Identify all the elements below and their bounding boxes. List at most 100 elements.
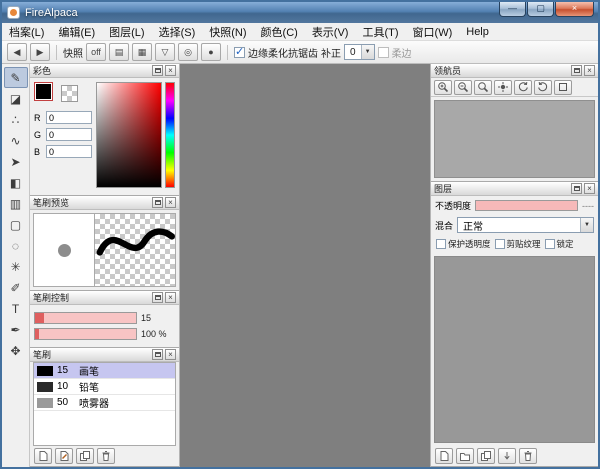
correction-dropdown[interactable]: 0 ▼ xyxy=(344,44,375,60)
blend-mode-dropdown[interactable]: 正常 ▼ xyxy=(457,217,594,233)
color-panel-header[interactable]: 彩色 × xyxy=(30,64,179,78)
next-snapshot-button[interactable]: ▶ xyxy=(30,43,50,61)
merge-layer-button[interactable] xyxy=(498,448,516,464)
blue-channel-input[interactable]: 0 xyxy=(46,145,92,158)
menubar: 档案(L) 编辑(E) 图层(L) 选择(S) 快照(N) 颜色(C) 表示(V… xyxy=(2,23,598,41)
clipping-checkbox[interactable] xyxy=(495,239,505,249)
move-tool[interactable]: ➤ xyxy=(4,151,28,172)
brush-tip-preview xyxy=(33,213,95,287)
zoom-out-button[interactable] xyxy=(454,80,472,95)
navigator-header[interactable]: 领航员 × xyxy=(431,64,598,78)
rotate-ccw-button[interactable] xyxy=(514,80,532,95)
layer-panel: 图层 × 不透明度 ---- 混合 正常 ▼ xyxy=(431,182,598,467)
duplicate-layer-button[interactable] xyxy=(477,448,495,464)
prev-snapshot-button[interactable]: ◀ xyxy=(7,43,27,61)
close-button[interactable]: × xyxy=(555,2,594,17)
eraser-tool[interactable]: ◪ xyxy=(4,88,28,109)
close-panel-button[interactable]: × xyxy=(165,349,176,360)
float-panel-button[interactable] xyxy=(152,349,163,360)
menu-layer[interactable]: 图层(L) xyxy=(102,23,151,40)
snap-radial-icon[interactable]: ● xyxy=(201,43,221,61)
float-panel-button[interactable] xyxy=(152,292,163,303)
close-panel-button[interactable]: × xyxy=(584,183,595,194)
reset-view-button[interactable] xyxy=(554,80,572,95)
delete-brush-button[interactable] xyxy=(97,448,115,464)
protect-alpha-checkbox[interactable] xyxy=(436,239,446,249)
new-layer-button[interactable] xyxy=(435,448,453,464)
close-panel-button[interactable]: × xyxy=(584,65,595,76)
menu-snapshot[interactable]: 快照(N) xyxy=(202,23,253,40)
menu-window[interactable]: 窗口(W) xyxy=(406,23,460,40)
brush-size-slider[interactable] xyxy=(34,312,137,324)
eyedropper-tool[interactable]: ✒ xyxy=(4,319,28,340)
brightness-button[interactable] xyxy=(494,80,512,95)
float-panel-button[interactable] xyxy=(152,197,163,208)
edit-brush-button[interactable] xyxy=(55,448,73,464)
float-panel-button[interactable] xyxy=(571,65,582,76)
add-brush-button[interactable] xyxy=(34,448,52,464)
snap-concentric-icon[interactable]: ◎ xyxy=(178,43,198,61)
brush-opacity-slider[interactable] xyxy=(34,328,137,340)
menu-select[interactable]: 选择(S) xyxy=(152,23,203,40)
toolbar-separator xyxy=(56,45,57,60)
foreground-color-swatch[interactable] xyxy=(35,83,52,100)
brush-list-item[interactable]: 10 铅笔 xyxy=(34,379,175,395)
brush-list-item[interactable]: 50 喷雾器 xyxy=(34,395,175,411)
saturation-value-picker[interactable] xyxy=(96,82,162,188)
smudge-tool[interactable]: ∿ xyxy=(4,130,28,151)
new-folder-button[interactable] xyxy=(456,448,474,464)
float-panel-button[interactable] xyxy=(571,183,582,194)
pen-tool[interactable]: ✎ xyxy=(4,67,28,88)
snap-cross-icon[interactable]: ▦ xyxy=(132,43,152,61)
brush-panel-header[interactable]: 笔刷 × xyxy=(30,348,179,362)
float-panel-button[interactable] xyxy=(152,65,163,76)
soft-edge-checkbox[interactable] xyxy=(378,47,389,58)
lock-checkbox[interactable] xyxy=(545,239,555,249)
gradient-tool[interactable]: ▥ xyxy=(4,193,28,214)
close-panel-button[interactable]: × xyxy=(165,292,176,303)
brush-control-header[interactable]: 笔刷控制 × xyxy=(30,291,179,305)
menu-view[interactable]: 表示(V) xyxy=(305,23,356,40)
fill-tool[interactable]: ◧ xyxy=(4,172,28,193)
canvas-area[interactable] xyxy=(180,64,430,467)
snap-parallel-icon[interactable]: ▤ xyxy=(109,43,129,61)
maximize-button[interactable]: ▢ xyxy=(527,2,554,17)
left-panel-column: 彩色 × R 0 xyxy=(30,64,180,467)
rotate-cw-button[interactable] xyxy=(534,80,552,95)
menu-edit[interactable]: 编辑(E) xyxy=(51,23,102,40)
menu-color[interactable]: 颜色(C) xyxy=(254,23,305,40)
zoom-reset-button[interactable] xyxy=(474,80,492,95)
red-channel-input[interactable]: 0 xyxy=(46,111,92,124)
select-pen-tool[interactable]: ✐ xyxy=(4,277,28,298)
close-panel-button[interactable]: × xyxy=(165,65,176,76)
transparent-color-swatch[interactable] xyxy=(61,85,78,102)
minimize-button[interactable]: — xyxy=(499,2,526,17)
close-panel-button[interactable]: × xyxy=(165,197,176,208)
antialias-checkbox[interactable] xyxy=(234,47,245,58)
antialias-label: 边缘柔化抗锯齿 xyxy=(248,45,318,60)
delete-layer-button[interactable] xyxy=(519,448,537,464)
lasso-tool[interactable]: ◌ xyxy=(4,235,28,256)
menu-tools[interactable]: 工具(T) xyxy=(355,23,405,40)
layer-list[interactable] xyxy=(434,256,595,443)
snap-vanishing-icon[interactable]: ▽ xyxy=(155,43,175,61)
hue-slider[interactable] xyxy=(165,82,175,188)
snap-off-button[interactable]: off xyxy=(86,43,106,61)
brush-preview-header[interactable]: 笔刷预览 × xyxy=(30,196,179,210)
zoom-in-icon xyxy=(437,81,449,93)
green-channel-input[interactable]: 0 xyxy=(46,128,92,141)
magic-wand-tool[interactable]: ✳ xyxy=(4,256,28,277)
titlebar[interactable]: FireAlpaca — ▢ × xyxy=(2,2,598,23)
brush-list-item[interactable]: 15 画笔 xyxy=(34,363,175,379)
layer-opacity-slider[interactable] xyxy=(475,200,578,211)
hand-tool[interactable]: ✥ xyxy=(4,340,28,361)
text-tool[interactable]: T xyxy=(4,298,28,319)
layer-panel-header[interactable]: 图层 × xyxy=(431,182,598,196)
navigator-preview[interactable] xyxy=(434,100,595,178)
duplicate-brush-button[interactable] xyxy=(76,448,94,464)
select-rect-tool[interactable]: ▢ xyxy=(4,214,28,235)
zoom-in-button[interactable] xyxy=(434,80,452,95)
menu-file[interactable]: 档案(L) xyxy=(2,23,51,40)
airbrush-tool[interactable]: ∴ xyxy=(4,109,28,130)
menu-help[interactable]: Help xyxy=(459,23,496,40)
